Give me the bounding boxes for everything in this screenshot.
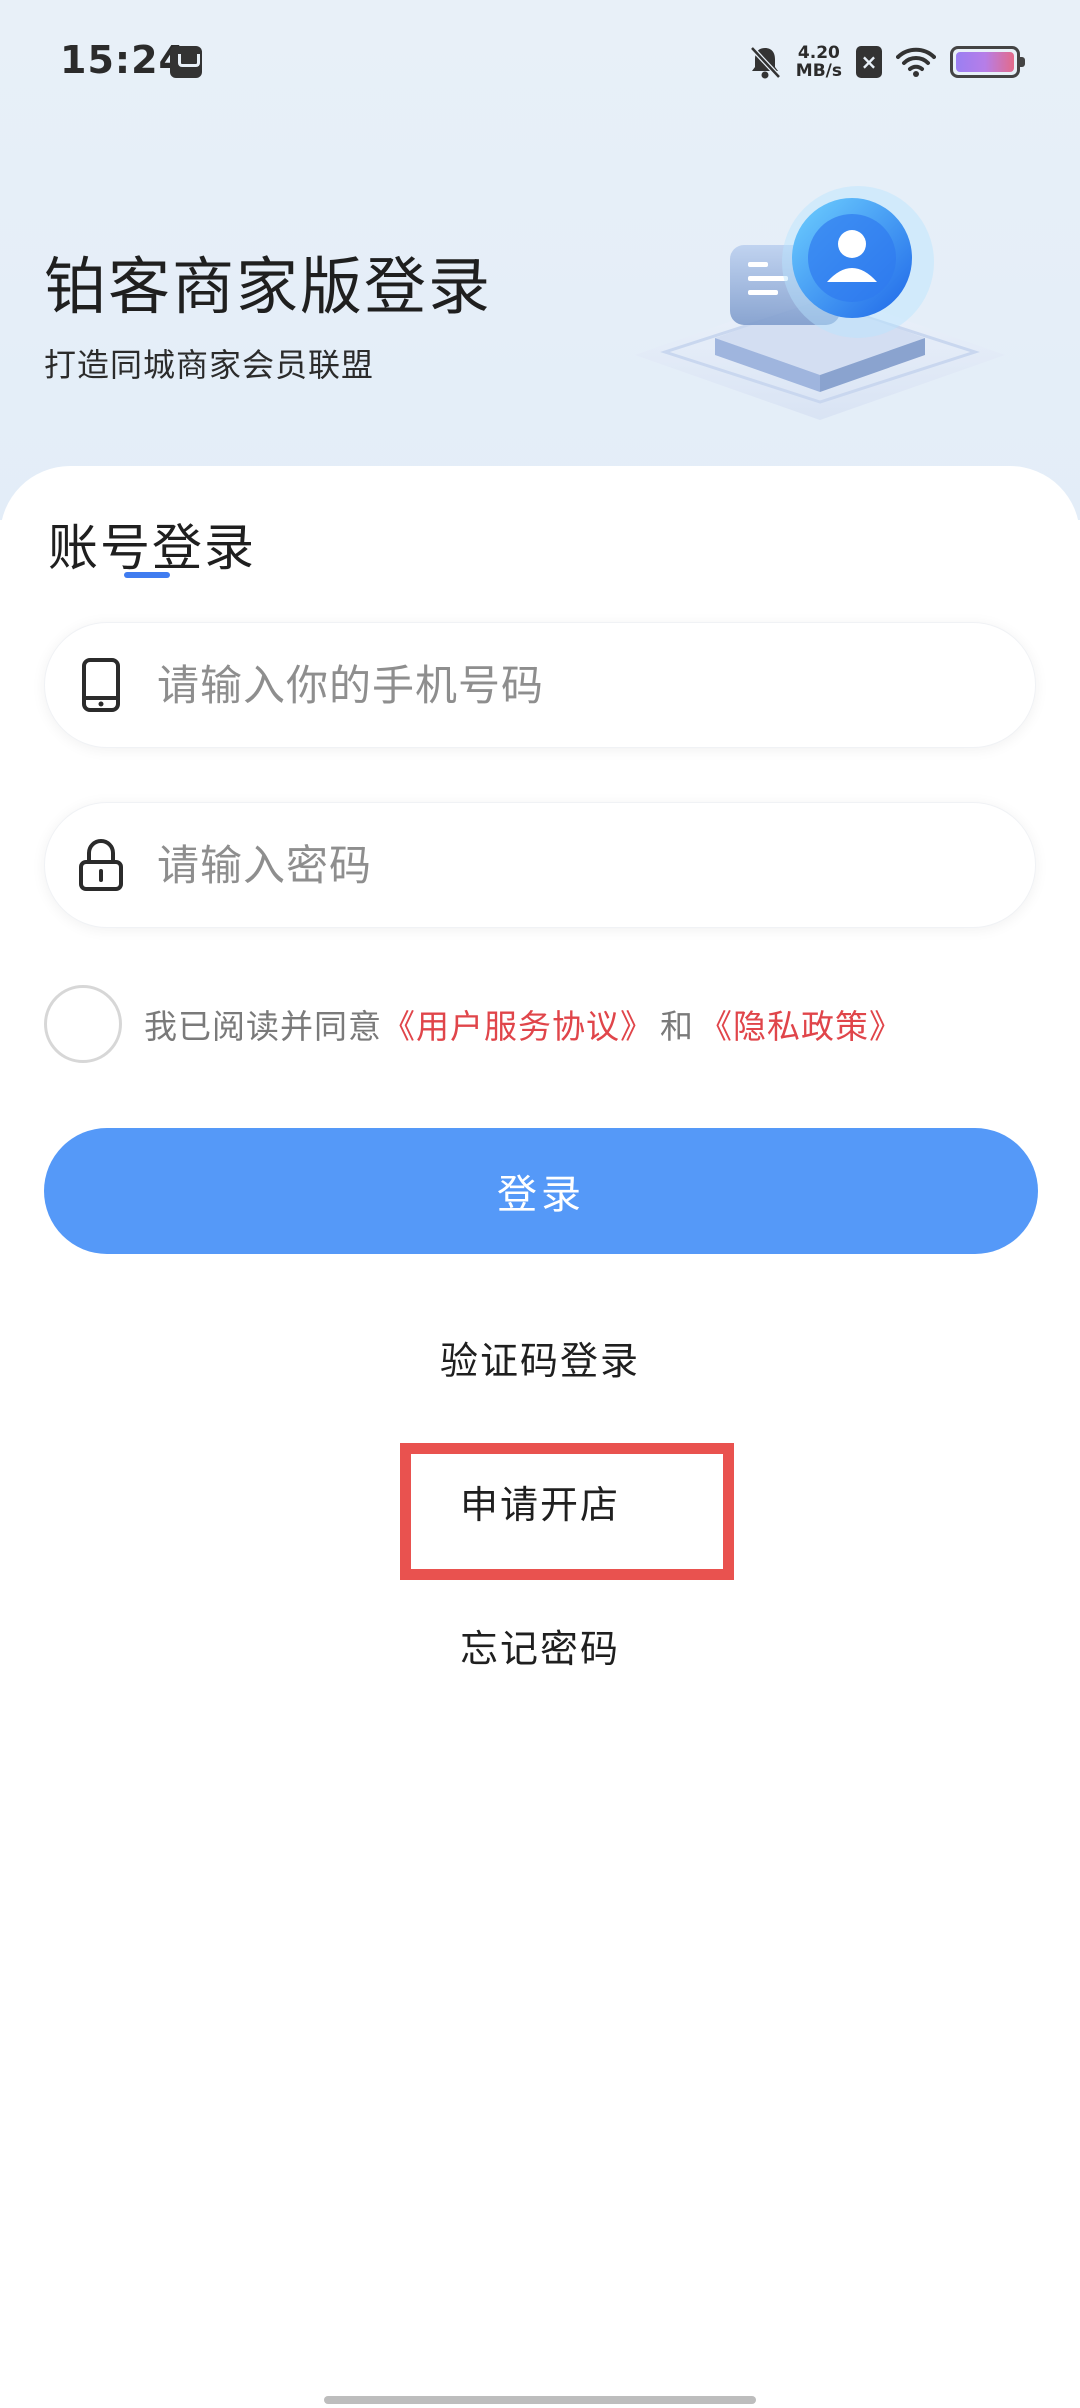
status-icons: 4.20 MB/s ×: [748, 40, 1025, 84]
status-bar: 15:24 4.20 MB/s ×: [0, 0, 1080, 120]
sms-login-link[interactable]: 验证码登录: [0, 1330, 1080, 1385]
forgot-password-link[interactable]: 忘记密码: [0, 1618, 1080, 1673]
wifi-icon: [896, 46, 936, 78]
login-card: [0, 466, 1080, 2408]
agreement-row: 我已阅读并同意 《用户服务协议》 和 《隐私政策》: [44, 984, 903, 1064]
tab-active-indicator: [124, 572, 170, 578]
battery-icon: [950, 46, 1025, 78]
network-speed-unit: MB/s: [795, 61, 842, 81]
agreement-prefix: 我已阅读并同意: [144, 1007, 382, 1046]
user-agreement-link[interactable]: 《用户服务协议》: [382, 1000, 654, 1048]
network-speed: 4.20 MB/s: [796, 44, 842, 80]
privacy-policy-link[interactable]: 《隐私政策》: [699, 1000, 903, 1048]
status-time: 15:24: [60, 38, 186, 82]
phone-input[interactable]: [157, 660, 937, 710]
login-button[interactable]: 登录: [44, 1128, 1038, 1254]
phone-icon: [75, 655, 127, 715]
highlight-annotation-box: [400, 1443, 734, 1580]
agreement-and: 和: [660, 1007, 693, 1046]
lock-icon: [75, 835, 127, 895]
password-field[interactable]: [44, 802, 1036, 928]
phone-field[interactable]: [44, 622, 1036, 748]
page-title: 铂客商家版登录: [44, 250, 493, 323]
user-card-illustration: [620, 170, 1020, 440]
mute-bell-icon: [748, 44, 782, 80]
sim-icon: ×: [856, 46, 882, 78]
battery-level: [956, 52, 1014, 72]
tab-account-login[interactable]: 账号登录: [48, 508, 256, 580]
agreement-checkbox[interactable]: [44, 985, 122, 1063]
password-input[interactable]: [157, 840, 937, 890]
calendar-icon: [170, 46, 202, 78]
home-indicator[interactable]: [324, 2396, 756, 2404]
network-speed-value: 4.20: [797, 43, 840, 63]
page-subtitle: 打造同城商家会员联盟: [44, 346, 375, 384]
